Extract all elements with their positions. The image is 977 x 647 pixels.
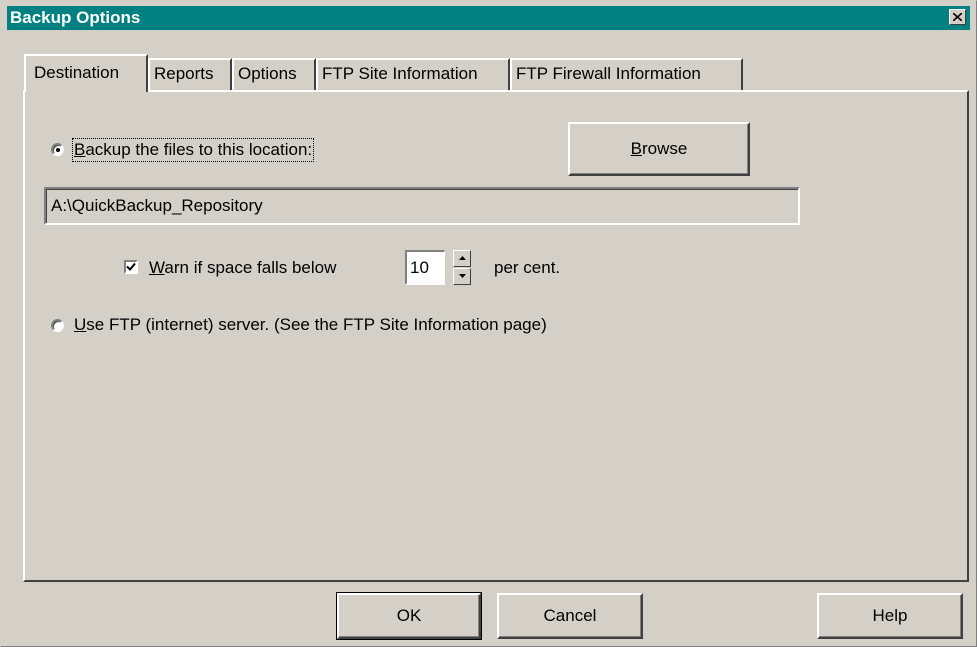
tab-label: Destination [34, 63, 120, 82]
radio-selected-dot [56, 148, 60, 152]
backup-options-dialog: Backup Options Destination Reports Optio… [0, 0, 977, 647]
ok-button[interactable]: OK [336, 592, 482, 640]
backup-path-field[interactable]: A:\QuickBackup_Repository [44, 187, 800, 225]
help-button[interactable]: Help [817, 593, 963, 639]
tab-label: FTP Firewall Information [516, 64, 701, 83]
radio-backup-location-label[interactable]: Backup the files to this location: [71, 138, 315, 162]
destination-panel [23, 90, 969, 582]
tab-label: FTP Site Information [322, 64, 478, 83]
warn-checkbox[interactable] [124, 260, 138, 274]
browse-button[interactable]: Browse [568, 122, 750, 176]
tab-ftp-site-information[interactable]: FTP Site Information [316, 58, 510, 90]
window-title: Backup Options [10, 8, 141, 27]
title-bar[interactable]: Backup Options [7, 6, 970, 30]
spin-up-button[interactable] [453, 250, 471, 267]
cancel-button[interactable]: Cancel [497, 593, 643, 639]
tab-label: Reports [154, 64, 214, 83]
tab-label: Options [238, 64, 297, 83]
check-icon [126, 262, 136, 271]
radio-ftp-server[interactable] [51, 319, 64, 332]
radio-backup-location[interactable] [51, 143, 64, 156]
warn-percent-input[interactable]: 10 [405, 250, 445, 285]
arrow-down-icon [459, 274, 466, 278]
tab-ftp-firewall-information[interactable]: FTP Firewall Information [510, 58, 743, 90]
close-button[interactable] [949, 9, 966, 25]
radio-ftp-server-label[interactable]: Use FTP (internet) server. (See the FTP … [74, 315, 547, 335]
spin-down-button[interactable] [453, 268, 471, 285]
tab-reports[interactable]: Reports [148, 58, 232, 90]
warn-label[interactable]: Warn if space falls below [149, 258, 336, 278]
percent-unit-label: per cent. [494, 258, 561, 277]
close-icon [953, 13, 962, 21]
tab-destination[interactable]: Destination [24, 54, 148, 92]
arrow-up-icon [459, 256, 466, 260]
tab-options[interactable]: Options [232, 58, 316, 90]
